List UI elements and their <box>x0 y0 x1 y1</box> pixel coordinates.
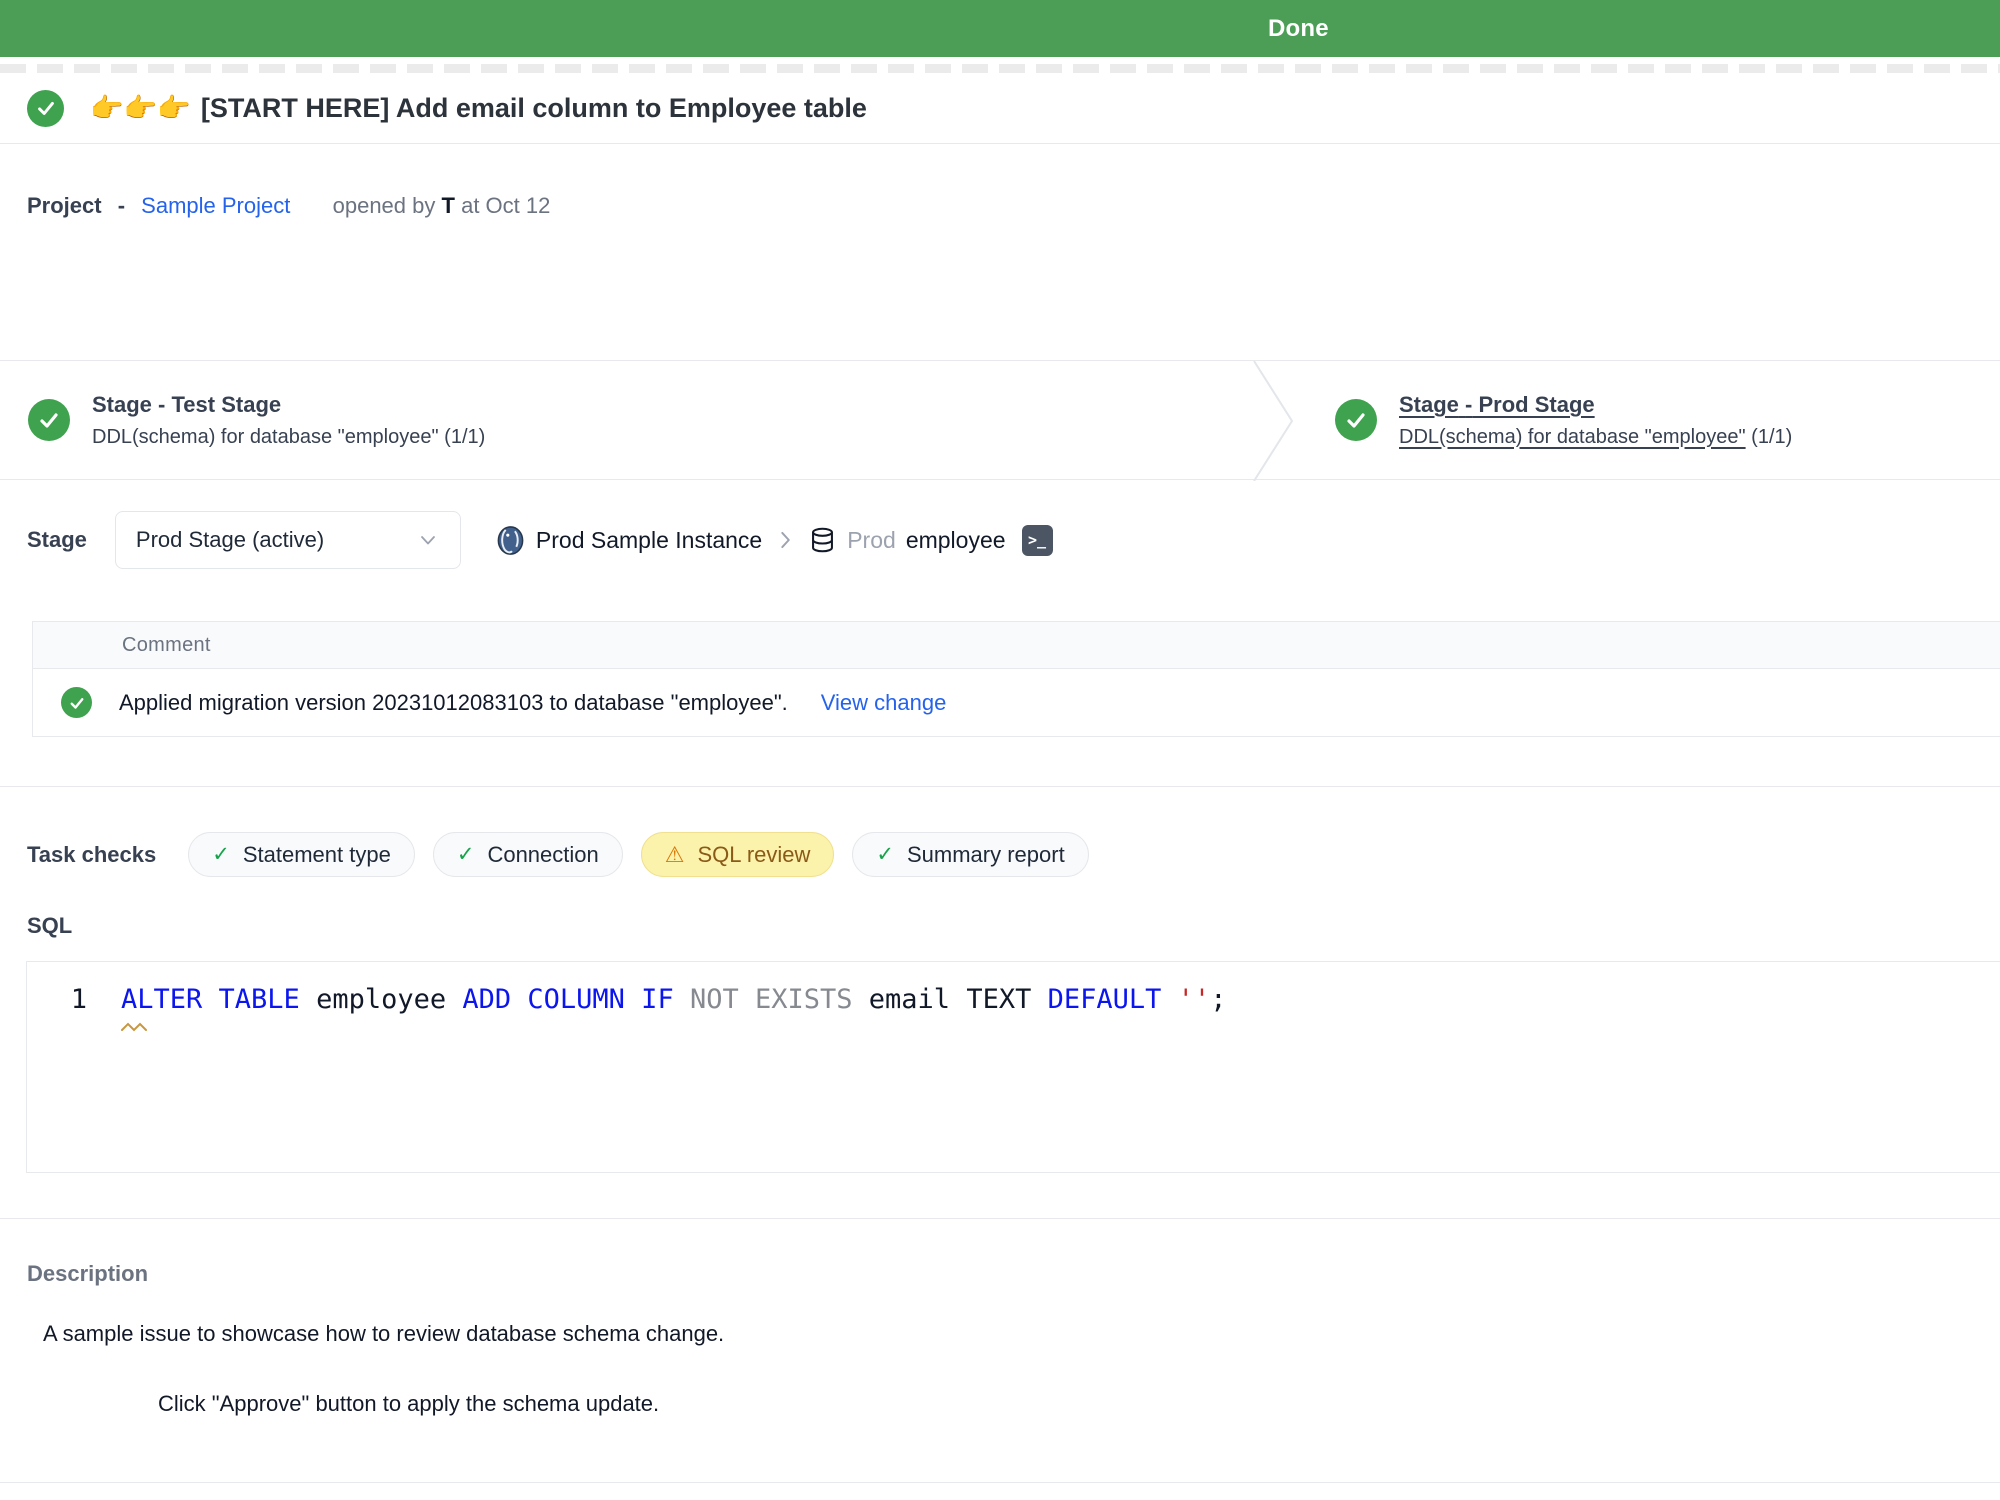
sql-section-label: SQL <box>0 913 2000 939</box>
sql-token-keyword-muted: NOT EXISTS <box>690 984 853 1015</box>
issue-meta: Project - Sample Project opened by T at … <box>0 144 2000 360</box>
stage-item-test: Stage - Test Stage DDL(schema) for datab… <box>28 361 485 479</box>
sql-warning-squiggle-icon <box>121 1022 151 1032</box>
task-check-pill-list: ✓ Statement type ✓ Connection ⚠ SQL revi… <box>188 832 1088 877</box>
check-pill-statement-type[interactable]: ✓ Statement type <box>188 832 415 877</box>
stage-item-prod[interactable]: Stage - Prod Stage DDL(schema) for datab… <box>1335 361 1792 479</box>
issue-title: 👉👉👉 [START HERE] Add email column to Empl… <box>90 92 867 124</box>
stage-picker-row: Stage Prod Stage (active) Prod Sample In… <box>0 511 2000 569</box>
stage-test-check-icon <box>28 399 70 441</box>
stage-prod-check-icon <box>1335 399 1377 441</box>
check-success-icon: ✓ <box>212 842 230 867</box>
check-pill-label: SQL review <box>698 842 811 868</box>
task-checks-label: Task checks <box>27 842 156 868</box>
opened-at: at Oct 12 <box>461 193 550 218</box>
description-label: Description <box>0 1261 2000 1287</box>
opened-by-label: opened by <box>333 193 436 218</box>
stage-pipeline: Stage - Test Stage DDL(schema) for datab… <box>0 360 2000 480</box>
stage-test-title: Stage - Test Stage <box>92 392 485 418</box>
description-line: A sample issue to showcase how to review… <box>0 1321 2000 1347</box>
task-checks-section: Task checks ✓ Statement type ✓ Connectio… <box>0 832 2000 877</box>
issue-status-check-icon <box>27 90 64 127</box>
stage-select-value: Prod Stage (active) <box>136 527 324 553</box>
sql-token-space <box>1161 984 1177 1015</box>
check-pill-label: Connection <box>487 842 598 868</box>
chevron-down-icon <box>416 528 440 552</box>
sql-token-string: '' <box>1178 984 1211 1015</box>
check-success-icon: ✓ <box>457 842 475 867</box>
project-dash: - <box>118 193 125 218</box>
stage-test-task: DDL(schema) for database "employee" (1/1… <box>92 426 485 449</box>
stage-picker-label: Stage <box>27 527 87 553</box>
postgresql-icon <box>495 525 526 556</box>
sql-token-keyword: ALTER TABLE <box>121 984 300 1015</box>
comment-table-header: Comment <box>33 622 2000 669</box>
bottom-divider <box>0 1482 2000 1483</box>
sql-token-punctuation: ; <box>1210 984 1226 1015</box>
issue-header: 👉👉👉 [START HERE] Add email column to Empl… <box>0 73 2000 144</box>
comment-table: Comment Applied migration version 202310… <box>32 621 2000 737</box>
check-pill-connection[interactable]: ✓ Connection <box>433 832 623 877</box>
check-success-icon: ✓ <box>876 842 894 867</box>
sql-token-keyword: ADD COLUMN IF <box>462 984 673 1015</box>
banner-dashed-strip <box>0 64 2000 73</box>
check-pill-label: Statement type <box>243 842 391 868</box>
section-divider <box>0 786 2000 787</box>
warning-triangle-icon: ⚠ <box>665 842 685 868</box>
sql-token-identifier: email TEXT <box>853 984 1048 1015</box>
sql-token-keyword: DEFAULT <box>1048 984 1162 1015</box>
pointing-finger-emoji: 👉👉👉 <box>90 93 191 123</box>
issue-title-text: [START HERE] Add email column to Employe… <box>201 93 867 123</box>
stage-separator-chevron-icon <box>1252 361 1312 481</box>
status-banner: Done <box>0 0 2000 57</box>
instance-name[interactable]: Prod Sample Instance <box>536 527 762 554</box>
stage-select-dropdown[interactable]: Prod Stage (active) <box>115 511 461 569</box>
view-change-link[interactable]: View change <box>821 690 947 716</box>
comment-column-header: Comment <box>122 634 211 657</box>
comment-row: Applied migration version 20231012083103… <box>33 669 2000 736</box>
project-label: Project <box>27 193 102 218</box>
sql-token-space <box>674 984 690 1015</box>
comment-text: Applied migration version 20231012083103… <box>119 690 788 716</box>
sql-code-line[interactable]: 1 ALTER TABLE employee ADD COLUMN IF NOT … <box>27 984 2000 1015</box>
sql-token-identifier: employee <box>300 984 463 1015</box>
stage-prod-title-link[interactable]: Stage - Prod Stage <box>1399 392 1792 418</box>
line-number: 1 <box>27 984 87 1015</box>
project-link[interactable]: Sample Project <box>141 193 290 218</box>
database-icon <box>808 525 837 556</box>
open-sql-editor-terminal-icon[interactable]: >_ <box>1022 525 1053 556</box>
breadcrumb-chevron-icon <box>772 527 798 553</box>
section-divider <box>0 1218 2000 1219</box>
check-pill-sql-review[interactable]: ⚠ SQL review <box>641 832 835 877</box>
status-banner-label: Done <box>1268 15 1329 43</box>
environment-label: Prod <box>847 527 896 554</box>
check-pill-label: Summary report <box>907 842 1065 868</box>
check-pill-summary-report[interactable]: ✓ Summary report <box>852 832 1088 877</box>
database-breadcrumb: Prod Sample Instance Prod employee >_ <box>495 525 1053 556</box>
comment-status-check-icon <box>61 687 92 718</box>
issue-creator: T <box>442 193 455 218</box>
sql-editor[interactable]: 1 ALTER TABLE employee ADD COLUMN IF NOT … <box>26 961 2000 1173</box>
stage-prod-task[interactable]: DDL(schema) for database "employee" (1/1… <box>1399 426 1792 449</box>
description-line: Click "Approve" button to apply the sche… <box>0 1391 2000 1417</box>
database-name[interactable]: employee <box>906 527 1006 554</box>
